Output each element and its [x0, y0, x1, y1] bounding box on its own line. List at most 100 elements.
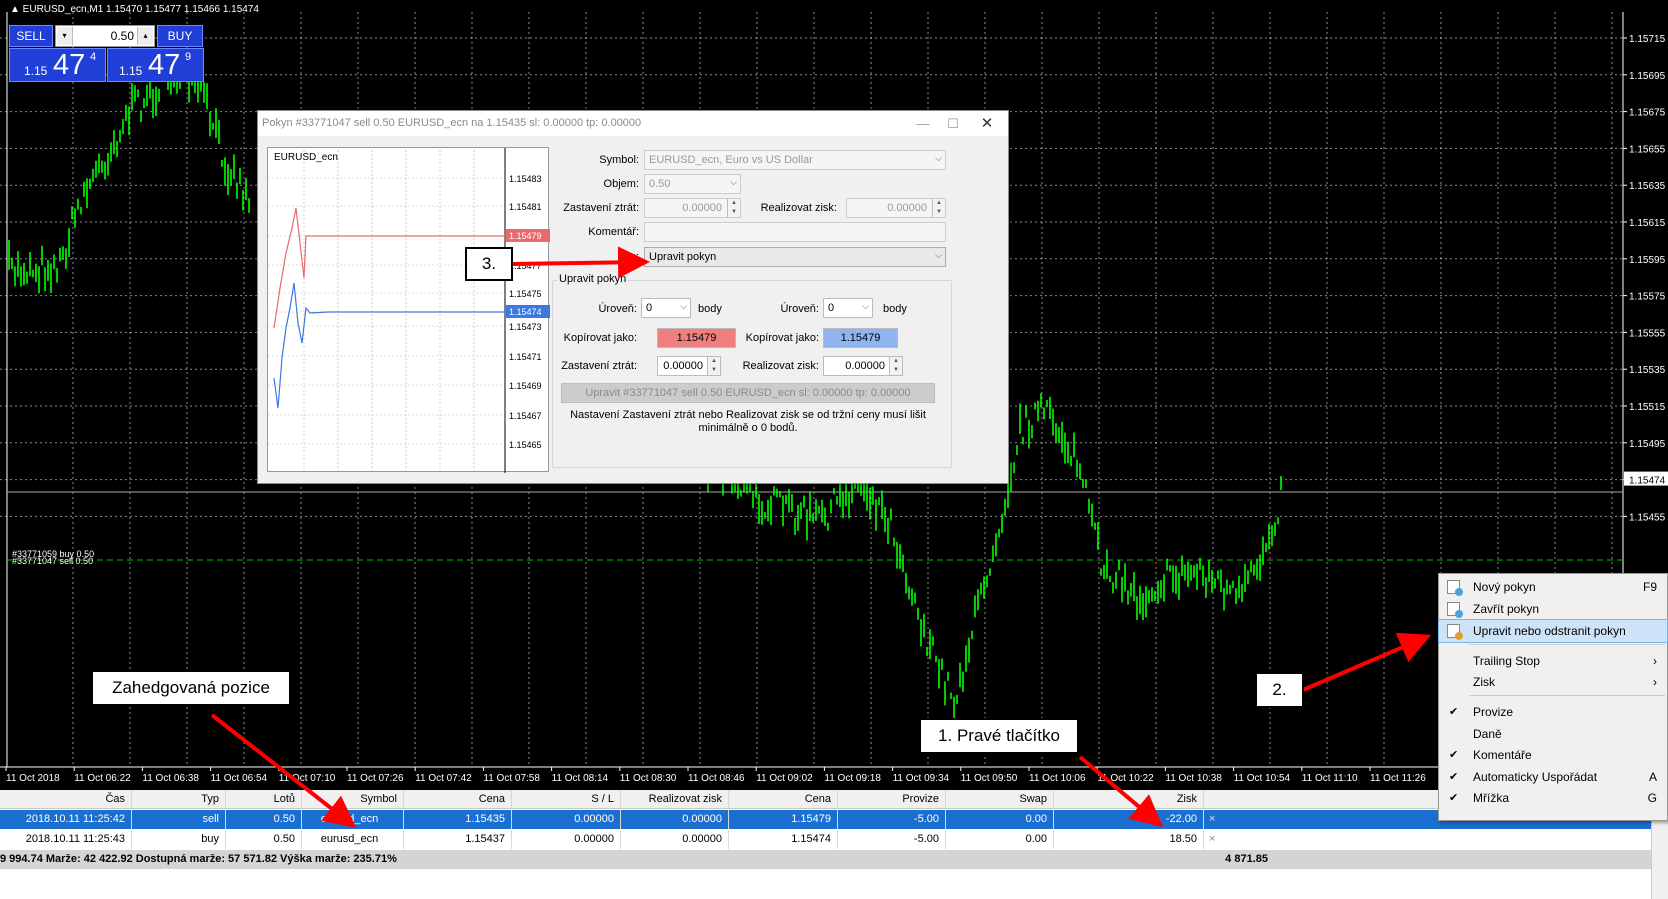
volume-field-value: 0.50 — [649, 178, 671, 190]
tp2-input[interactable]: 0.00000 ▲ ▼ — [823, 356, 903, 376]
callout-hedged: Zahedgovaná pozice — [91, 670, 291, 706]
sl-value: 0.00000 — [682, 202, 722, 214]
type-select[interactable]: Upravit pokyn ⌵ — [644, 247, 946, 267]
level-tp-value: 0 — [828, 302, 835, 314]
volume-value[interactable]: 0.50 — [76, 29, 134, 43]
terminal-summary-row: 9 994.74 Marže: 42 422.92 Dostupná marže… — [0, 850, 1668, 869]
menu-item-provize[interactable]: ✔ Provize — [1439, 701, 1667, 723]
time-axis-label: 11 Oct 09:50 — [961, 773, 1018, 784]
time-axis-label: 11 Oct 10:22 — [1097, 773, 1154, 784]
table-row[interactable]: 2018.10.11 11:25:43 buy 0.50 eurusd_ecn 1.15… — [0, 830, 1668, 849]
copy-sl-button[interactable]: 1.15479 — [657, 328, 736, 348]
callout-3-text: 3. — [481, 254, 497, 273]
tp-spinner-icon[interactable]: ▲ ▼ — [932, 199, 945, 217]
time-axis-label: 11 Oct 10:54 — [1234, 773, 1291, 784]
menu-item-zisk[interactable]: Zisk › — [1439, 671, 1667, 693]
table-cell-5: 0.00000 — [512, 810, 621, 829]
volume-down-icon[interactable]: ▾ — [57, 27, 73, 45]
tp2-spinner-icon[interactable]: ▲ ▼ — [889, 357, 902, 375]
submenu-arrow-icon: › — [1653, 675, 1657, 689]
table-row[interactable]: 2018.10.11 11:25:42 sell 0.50 eurusd_ecn 1.1… — [0, 810, 1668, 829]
tp2-value: 0.00000 — [845, 360, 885, 372]
callout-2-text: 2. — [1272, 680, 1287, 699]
comment-input[interactable] — [644, 222, 946, 242]
check-icon: ✔ — [1449, 792, 1459, 804]
column-header-1[interactable]: Typ — [132, 790, 226, 809]
volume-stepper[interactable]: ▾ 0.50 ▴ — [55, 25, 155, 47]
tp-input[interactable]: 0.00000 ▲ ▼ — [846, 198, 946, 218]
maximize-icon[interactable]: ☐ — [938, 111, 968, 136]
level-tp-select[interactable]: 0 ⌵ — [823, 298, 873, 318]
check-icon: ✔ — [1449, 749, 1459, 761]
table-cell-10: 18.50 — [1054, 830, 1204, 849]
column-header-9[interactable]: Swap — [946, 790, 1054, 809]
table-cell-3: eurusd_ecn — [302, 810, 404, 829]
mini-chart-plot: 1.15483 1.15481 1.15477 1.15475 1.15473 1.154… — [268, 148, 550, 473]
volume-select[interactable]: 0.50 ⌵ — [644, 174, 741, 194]
comment-label: Komentář: — [588, 226, 639, 238]
menu-item-trailing-stop[interactable]: Trailing Stop › — [1439, 650, 1667, 672]
buy-price-prefix: 1.15 — [119, 64, 143, 78]
menu-item-automaticky-uspořádat[interactable]: ✔ Automaticky Uspořádat A — [1439, 766, 1667, 788]
mini-axis-label: 1.15483 — [509, 174, 542, 184]
buy-price-small: 9 — [185, 51, 192, 63]
sl-spinner-icon[interactable]: ▲ ▼ — [727, 199, 740, 217]
sell-price[interactable]: 1.15 47 4 — [9, 48, 106, 82]
mini-axis-label: 1.15473 — [509, 322, 542, 332]
buy-button[interactable]: BUY — [157, 25, 203, 47]
sl-input[interactable]: 0.00000 ▲ ▼ — [644, 198, 741, 218]
close-icon[interactable]: ✕ — [972, 111, 1002, 136]
modify-order-button-label: Upravit #33771047 sell 0.50 EURUSD_ecn s… — [585, 387, 911, 399]
menu-item-label: Zavřít pokyn — [1473, 602, 1540, 616]
chevron-down-icon: ⌵ — [935, 250, 942, 260]
minimize-icon[interactable]: — — [908, 111, 938, 136]
copy-sl-value: 1.15479 — [676, 332, 717, 344]
column-header-6[interactable]: Realizovat zisk — [621, 790, 729, 809]
menu-item-shortcut: F9 — [1642, 580, 1657, 594]
check-icon: ✔ — [1449, 706, 1459, 718]
table-cell-4: 1.15437 — [404, 830, 512, 849]
buy-price[interactable]: 1.15 47 9 — [107, 48, 204, 82]
menu-item-label: Upravit nebo odstranit pokyn — [1473, 624, 1626, 638]
price-axis-label: 1.15575 — [1629, 292, 1666, 303]
menu-item-shortcut: A — [1648, 770, 1657, 784]
sell-button[interactable]: SELL — [9, 25, 53, 47]
column-header-10[interactable]: Zisk — [1054, 790, 1204, 809]
time-axis-label: 11 Oct 11:10 — [1302, 773, 1358, 784]
copy-tp-button[interactable]: 1.15479 — [823, 328, 898, 348]
level-sl-select[interactable]: 0 ⌵ — [641, 298, 691, 318]
order-dialog: Pokyn #33771047 sell 0.50 EURUSD_ecn na … — [257, 110, 1009, 484]
column-header-2[interactable]: Lotů — [226, 790, 302, 809]
menu-item-mřížka[interactable]: ✔ Mřížka G — [1439, 787, 1667, 809]
price-axis-label: 1.15535 — [1629, 365, 1666, 376]
menu-item-daně[interactable]: Daně — [1439, 723, 1667, 745]
column-header-5[interactable]: S / L — [512, 790, 621, 809]
time-axis-label: 11 Oct 07:10 — [279, 773, 336, 784]
sl2-spinner-icon[interactable]: ▲ ▼ — [707, 357, 720, 375]
menu-item-upravit-nebo-odstranit-pokyn[interactable]: Upravit nebo odstranit pokyn — [1438, 619, 1668, 643]
close-position-icon[interactable]: × — [1209, 833, 1215, 845]
close-position-icon[interactable]: × — [1209, 813, 1215, 825]
menu-item-zavřít-pokyn[interactable]: Zavřít pokyn — [1439, 598, 1667, 620]
column-header-4[interactable]: Cena — [404, 790, 512, 809]
volume-up-icon[interactable]: ▴ — [137, 27, 153, 45]
tp-value: 0.00000 — [887, 202, 927, 214]
modify-order-button[interactable]: Upravit #33771047 sell 0.50 EURUSD_ecn s… — [561, 383, 935, 403]
column-header-7[interactable]: Cena — [729, 790, 838, 809]
column-header-0[interactable]: Čas — [0, 790, 132, 809]
symbol-value: EURUSD_ecn, Euro vs US Dollar — [649, 154, 813, 166]
sl2-input[interactable]: 0.00000 ▲ ▼ — [657, 356, 721, 376]
symbol-select[interactable]: EURUSD_ecn, Euro vs US Dollar ⌵ — [644, 150, 946, 170]
level-tp-label: Úroveň: — [780, 303, 819, 315]
symbol-label: Symbol: — [599, 154, 639, 166]
menu-item-nový-pokyn[interactable]: Nový pokyn F9 — [1439, 576, 1667, 598]
table-cell-8: -5.00 — [838, 810, 946, 829]
menu-item-komentáře[interactable]: ✔ Komentáře — [1439, 744, 1667, 766]
level-sl-label: Úroveň: — [598, 303, 637, 315]
time-axis-label: 11 Oct 11:26 — [1370, 773, 1426, 784]
terminal-header: Čas Typ Lotů Symbol Cena S / L Realizovat zisk… — [0, 790, 1668, 809]
chevron-down-icon: ⌵ — [730, 177, 737, 187]
dialog-title: Pokyn #33771047 sell 0.50 EURUSD_ecn na … — [258, 111, 1008, 136]
column-header-8[interactable]: Provize — [838, 790, 946, 809]
column-header-3[interactable]: Symbol — [302, 790, 404, 809]
